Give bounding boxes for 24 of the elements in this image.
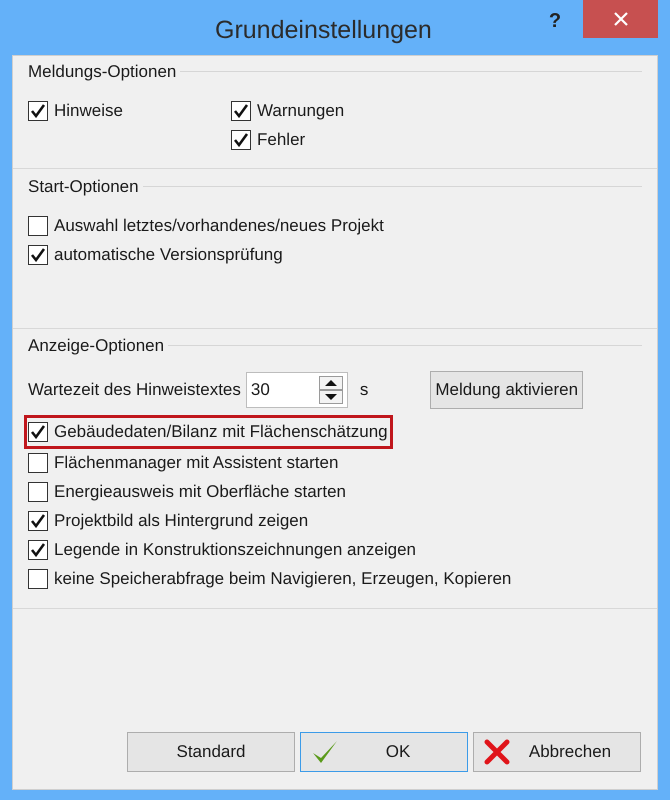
activate-button[interactable]: Meldung aktivieren bbox=[430, 370, 584, 408]
checkbox-label[interactable]: Projektbild als Hintergrund zeigen bbox=[54, 508, 308, 534]
checkbox-label[interactable]: keine Speicherabfrage beim Navigieren, Erzeugen, Kopieren bbox=[54, 566, 512, 592]
dialog-button[interactable]: Abbrechen bbox=[473, 732, 641, 772]
checkbox-label[interactable]: Warnungen bbox=[257, 98, 344, 124]
group-title: Meldungs-Optionen bbox=[28, 61, 176, 83]
checkbox-label[interactable]: Hinweise bbox=[54, 98, 123, 124]
dialog-button[interactable]: Standard bbox=[127, 732, 295, 772]
checkbox-label[interactable]: Auswahl letztes/vorhandenes/neues Projekt bbox=[54, 212, 384, 238]
checkbox-label[interactable]: Fehler bbox=[257, 126, 306, 152]
window-title: Grundeinstellungen bbox=[215, 15, 432, 46]
group-title: Anzeige-Optionen bbox=[28, 335, 164, 357]
unit-label: s bbox=[360, 378, 368, 401]
dialog-button[interactable]: OK bbox=[300, 732, 468, 772]
spinner-value: 30 bbox=[250, 378, 271, 401]
checkbox-label[interactable]: Energieausweis mit Oberfläche starten bbox=[54, 479, 346, 505]
checkbox-label[interactable]: automatische Versionsprüfung bbox=[54, 242, 283, 268]
checkbox-label[interactable]: Flächenmanager mit Assistent starten bbox=[54, 450, 338, 476]
number-spinner[interactable]: 30 bbox=[246, 372, 348, 408]
group-title: Start-Optionen bbox=[28, 176, 139, 198]
checkbox-label[interactable]: Gebäudedaten/Bilanz mit Flächenschätzung bbox=[54, 418, 388, 444]
field-label: Wartezeit des Hinweistextes bbox=[28, 378, 241, 401]
help-button[interactable]: ? bbox=[540, 6, 570, 36]
checkbox-label[interactable]: Legende in Konstruktionszeichnungen anzeigen bbox=[54, 537, 416, 563]
